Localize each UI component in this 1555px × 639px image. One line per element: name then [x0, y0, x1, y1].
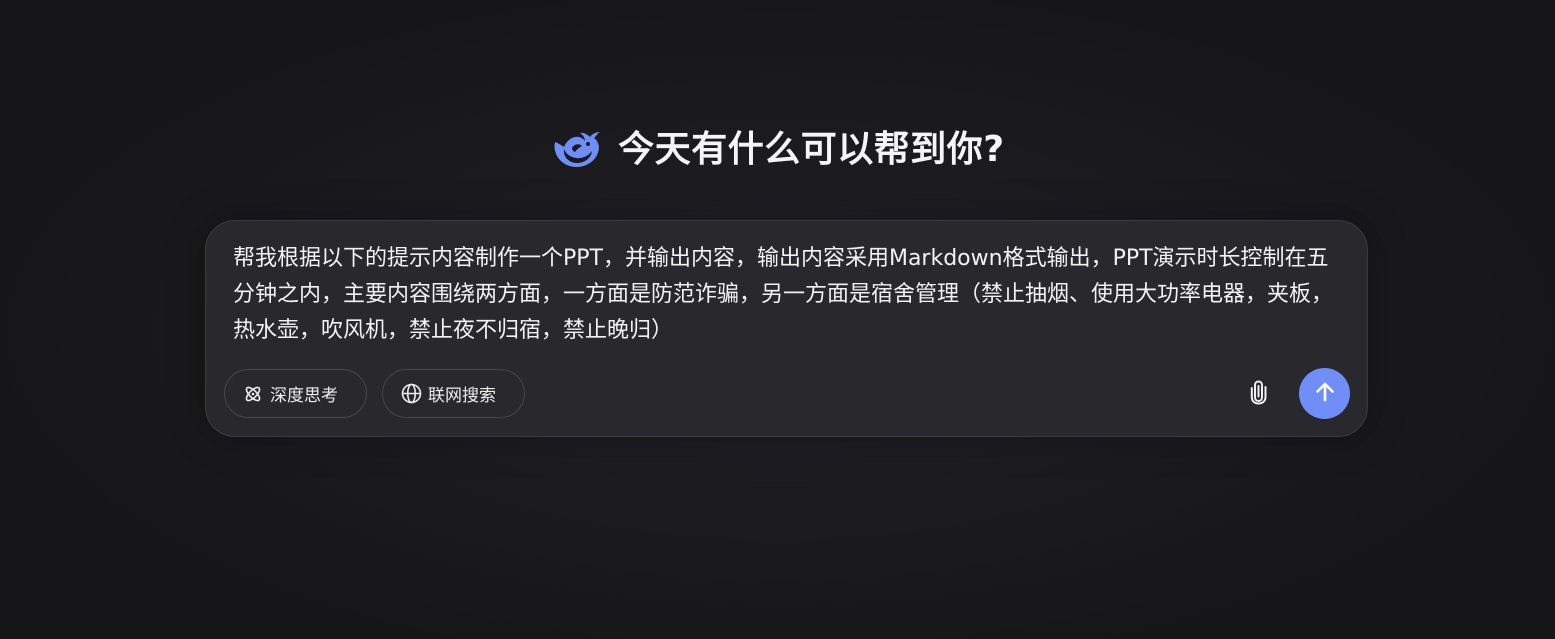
- arrow-up-icon: [1313, 380, 1337, 408]
- greeting-header: 今天有什么可以帮到你?: [0, 124, 1555, 176]
- deep-think-label: 深度思考: [270, 386, 338, 406]
- globe-icon: [400, 383, 422, 405]
- whale-logo-icon: [550, 124, 602, 176]
- send-button[interactable]: [1299, 368, 1350, 419]
- page-title: 今天有什么可以帮到你?: [618, 129, 1005, 170]
- paperclip-icon: [1249, 379, 1269, 409]
- chat-composer: 帮我根据以下的提示内容制作一个PPT，并输出内容，输出内容采用Markdown格…: [205, 220, 1368, 437]
- deep-think-button[interactable]: 深度思考: [224, 369, 367, 418]
- prompt-input[interactable]: 帮我根据以下的提示内容制作一个PPT，并输出内容，输出内容采用Markdown格…: [233, 241, 1345, 349]
- web-search-label: 联网搜索: [428, 386, 496, 406]
- web-search-button[interactable]: 联网搜索: [382, 369, 525, 418]
- attach-file-button[interactable]: [1242, 377, 1276, 411]
- atom-icon: [242, 383, 264, 405]
